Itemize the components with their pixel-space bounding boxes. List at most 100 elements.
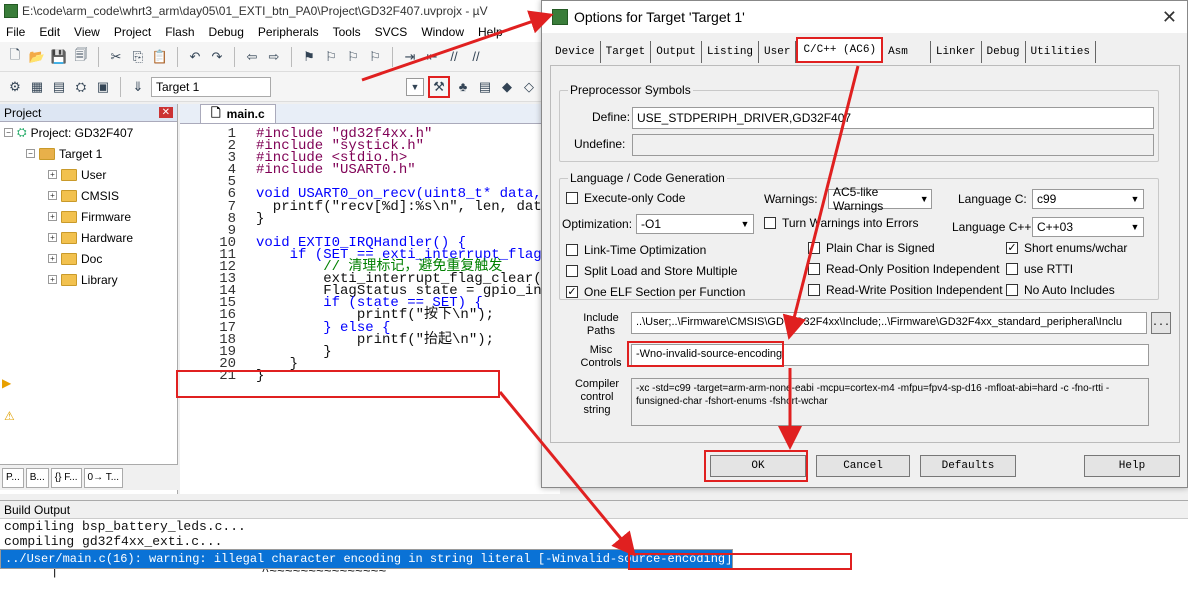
bookmark-clear-icon[interactable]: ⚐ bbox=[366, 48, 384, 66]
build-line[interactable]: compiling bsp_battery_leds.c... bbox=[0, 519, 1188, 534]
tree-group-library[interactable]: + Library bbox=[0, 269, 177, 290]
pack-installer-icon[interactable]: ◆ bbox=[498, 78, 516, 96]
tree-project-root[interactable]: − ⛭ Project: GD32F407 bbox=[0, 122, 177, 143]
nav-back-icon[interactable]: ⇦ bbox=[243, 48, 261, 66]
save-icon[interactable]: 💾 bbox=[50, 48, 68, 66]
indent-icon[interactable]: ⇥ bbox=[401, 48, 419, 66]
options-for-target-icon[interactable]: ⚒ bbox=[428, 75, 450, 98]
unindent-icon[interactable]: ⇤ bbox=[423, 48, 441, 66]
tree-target[interactable]: − Target 1 bbox=[0, 143, 177, 164]
optimization-select[interactable]: -O1 ▼ bbox=[636, 214, 754, 234]
expand-icon[interactable]: + bbox=[48, 233, 57, 242]
code-line[interactable]: 7 printf("recv[%d]:%s\n", len, data bbox=[180, 200, 560, 214]
bookmark-icon[interactable]: ⚑ bbox=[300, 48, 318, 66]
target-dropdown-icon[interactable]: ▼ bbox=[406, 77, 424, 96]
menu-peripherals[interactable]: Peripherals bbox=[258, 25, 319, 39]
undefine-input[interactable] bbox=[632, 134, 1154, 156]
help-button[interactable]: Help bbox=[1084, 455, 1180, 477]
collapse-icon[interactable]: − bbox=[4, 128, 13, 137]
copy-icon[interactable]: ⎘ bbox=[129, 48, 147, 66]
comment-icon[interactable]: // bbox=[445, 48, 463, 66]
menu-file[interactable]: File bbox=[6, 25, 25, 39]
defaults-button[interactable]: Defaults bbox=[920, 455, 1016, 477]
stop-build-icon[interactable]: ▣ bbox=[94, 78, 112, 96]
open-folder-icon[interactable]: 📂 bbox=[28, 48, 46, 66]
tree-group-hardware[interactable]: + Hardware bbox=[0, 227, 177, 248]
menu-svcs[interactable]: SVCS bbox=[375, 25, 408, 39]
tab-asm[interactable]: Asm bbox=[883, 41, 931, 63]
menu-project[interactable]: Project bbox=[114, 25, 151, 39]
rwpi-checkbox[interactable]: Read-Write Position Independent bbox=[808, 283, 1003, 297]
one-elf-checkbox[interactable]: ✓ One ELF Section per Function bbox=[566, 285, 745, 299]
plain-char-checkbox[interactable]: Plain Char is Signed bbox=[808, 241, 935, 255]
save-all-icon[interactable]: 🗐 bbox=[72, 47, 90, 66]
include-paths-input[interactable]: ..\User;..\Firmware\CMSIS\GD\GD32F4xx\In… bbox=[631, 312, 1147, 334]
menu-window[interactable]: Window bbox=[421, 25, 464, 39]
code-line[interactable]: 18 printf("抬起\n"); bbox=[180, 333, 560, 347]
rebuild-icon[interactable]: ▤ bbox=[50, 78, 68, 96]
cancel-button[interactable]: Cancel bbox=[816, 455, 910, 477]
warnings-select[interactable]: AC5-like Warnings ▼ bbox=[828, 185, 932, 213]
close-icon[interactable]: ✕ bbox=[158, 107, 173, 118]
rtti-checkbox[interactable]: use RTTI bbox=[1006, 262, 1073, 276]
menu-view[interactable]: View bbox=[74, 25, 100, 39]
code-line[interactable]: 20 } bbox=[180, 357, 560, 371]
expand-icon[interactable]: + bbox=[48, 212, 57, 221]
menu-help[interactable]: Help bbox=[478, 25, 503, 39]
manage-rte-icon[interactable]: ◇ bbox=[520, 78, 538, 96]
tab-books[interactable]: B... bbox=[25, 467, 49, 488]
language-cpp-select[interactable]: C++03 ▼ bbox=[1032, 217, 1144, 237]
code-line[interactable]: 4 #include "USART0.h" bbox=[180, 163, 560, 177]
manage-project-icon[interactable]: ♣ bbox=[454, 78, 472, 96]
tab-output[interactable]: Output bbox=[651, 41, 702, 63]
tab-listing[interactable]: Listing bbox=[702, 41, 760, 63]
close-icon[interactable]: ✕ bbox=[1162, 7, 1177, 28]
cut-icon[interactable]: ✂ bbox=[107, 48, 125, 66]
tab-project[interactable]: P... bbox=[2, 467, 24, 488]
menu-tools[interactable]: Tools bbox=[333, 25, 361, 39]
ropi-checkbox[interactable]: Read-Only Position Independent bbox=[808, 262, 999, 276]
bookmark-prev-icon[interactable]: ⚐ bbox=[322, 48, 340, 66]
tree-group-user[interactable]: + User bbox=[0, 164, 177, 185]
translate-icon[interactable]: ⚙ bbox=[6, 78, 24, 96]
batch-build-icon[interactable]: ⛭ bbox=[72, 78, 90, 96]
target-select[interactable]: Target 1 bbox=[151, 76, 271, 97]
tree-group-doc[interactable]: + Doc bbox=[0, 248, 177, 269]
tab-utilities[interactable]: Utilities bbox=[1026, 41, 1096, 63]
language-c-select[interactable]: c99 ▼ bbox=[1032, 189, 1144, 209]
tree-group-cmsis[interactable]: + CMSIS bbox=[0, 185, 177, 206]
bookmark-next-icon[interactable]: ⚐ bbox=[344, 48, 362, 66]
include-browse-button[interactable]: ... bbox=[1151, 312, 1171, 334]
tab-device[interactable]: Device bbox=[550, 41, 601, 63]
short-enums-checkbox[interactable]: ✓ Short enums/wchar bbox=[1006, 241, 1127, 255]
execute-only-checkbox[interactable]: Execute-only Code bbox=[566, 191, 685, 205]
paste-icon[interactable]: 📋 bbox=[151, 48, 169, 66]
split-ls-checkbox[interactable]: Split Load and Store Multiple bbox=[566, 264, 737, 278]
file-extensions-icon[interactable]: ▤ bbox=[476, 78, 494, 96]
menu-flash[interactable]: Flash bbox=[165, 25, 194, 39]
define-input[interactable]: USE_STDPERIPH_DRIVER,GD32F407 bbox=[632, 107, 1154, 129]
expand-icon[interactable]: + bbox=[48, 254, 57, 263]
expand-icon[interactable]: + bbox=[48, 275, 57, 284]
expand-icon[interactable]: + bbox=[48, 170, 57, 179]
tab-cpp-ac6[interactable]: C/C++ (AC6) bbox=[796, 37, 884, 63]
code-lines[interactable]: 1 #include "gd32f4xx.h" 2 #include "systick… bbox=[180, 127, 560, 383]
tab-linker[interactable]: Linker bbox=[931, 41, 982, 63]
download-icon[interactable]: ⇓ bbox=[129, 78, 147, 96]
redo-icon[interactable]: ↷ bbox=[208, 48, 226, 66]
nav-forward-icon[interactable]: ⇨ bbox=[265, 48, 283, 66]
tab-target[interactable]: Target bbox=[601, 41, 652, 63]
collapse-icon[interactable]: − bbox=[26, 149, 35, 158]
build-line[interactable]: compiling gd32f4xx_exti.c... bbox=[0, 534, 1188, 549]
tree-group-firmware[interactable]: + Firmware bbox=[0, 206, 177, 227]
tab-debug[interactable]: Debug bbox=[982, 41, 1026, 63]
build-line-warning[interactable]: ../User/main.c(16): warning: illegal cha… bbox=[0, 549, 734, 569]
uncomment-icon[interactable]: // bbox=[467, 48, 485, 66]
tab-main-c[interactable]: 🗋 main.c bbox=[200, 104, 276, 123]
tab-functions[interactable]: {} F... bbox=[50, 467, 82, 488]
undo-icon[interactable]: ↶ bbox=[186, 48, 204, 66]
lto-checkbox[interactable]: Link-Time Optimization bbox=[566, 243, 706, 257]
build-icon[interactable]: ▦ bbox=[28, 78, 46, 96]
tab-user[interactable]: User bbox=[759, 41, 797, 63]
new-file-icon[interactable]: 🗋 bbox=[6, 47, 24, 66]
